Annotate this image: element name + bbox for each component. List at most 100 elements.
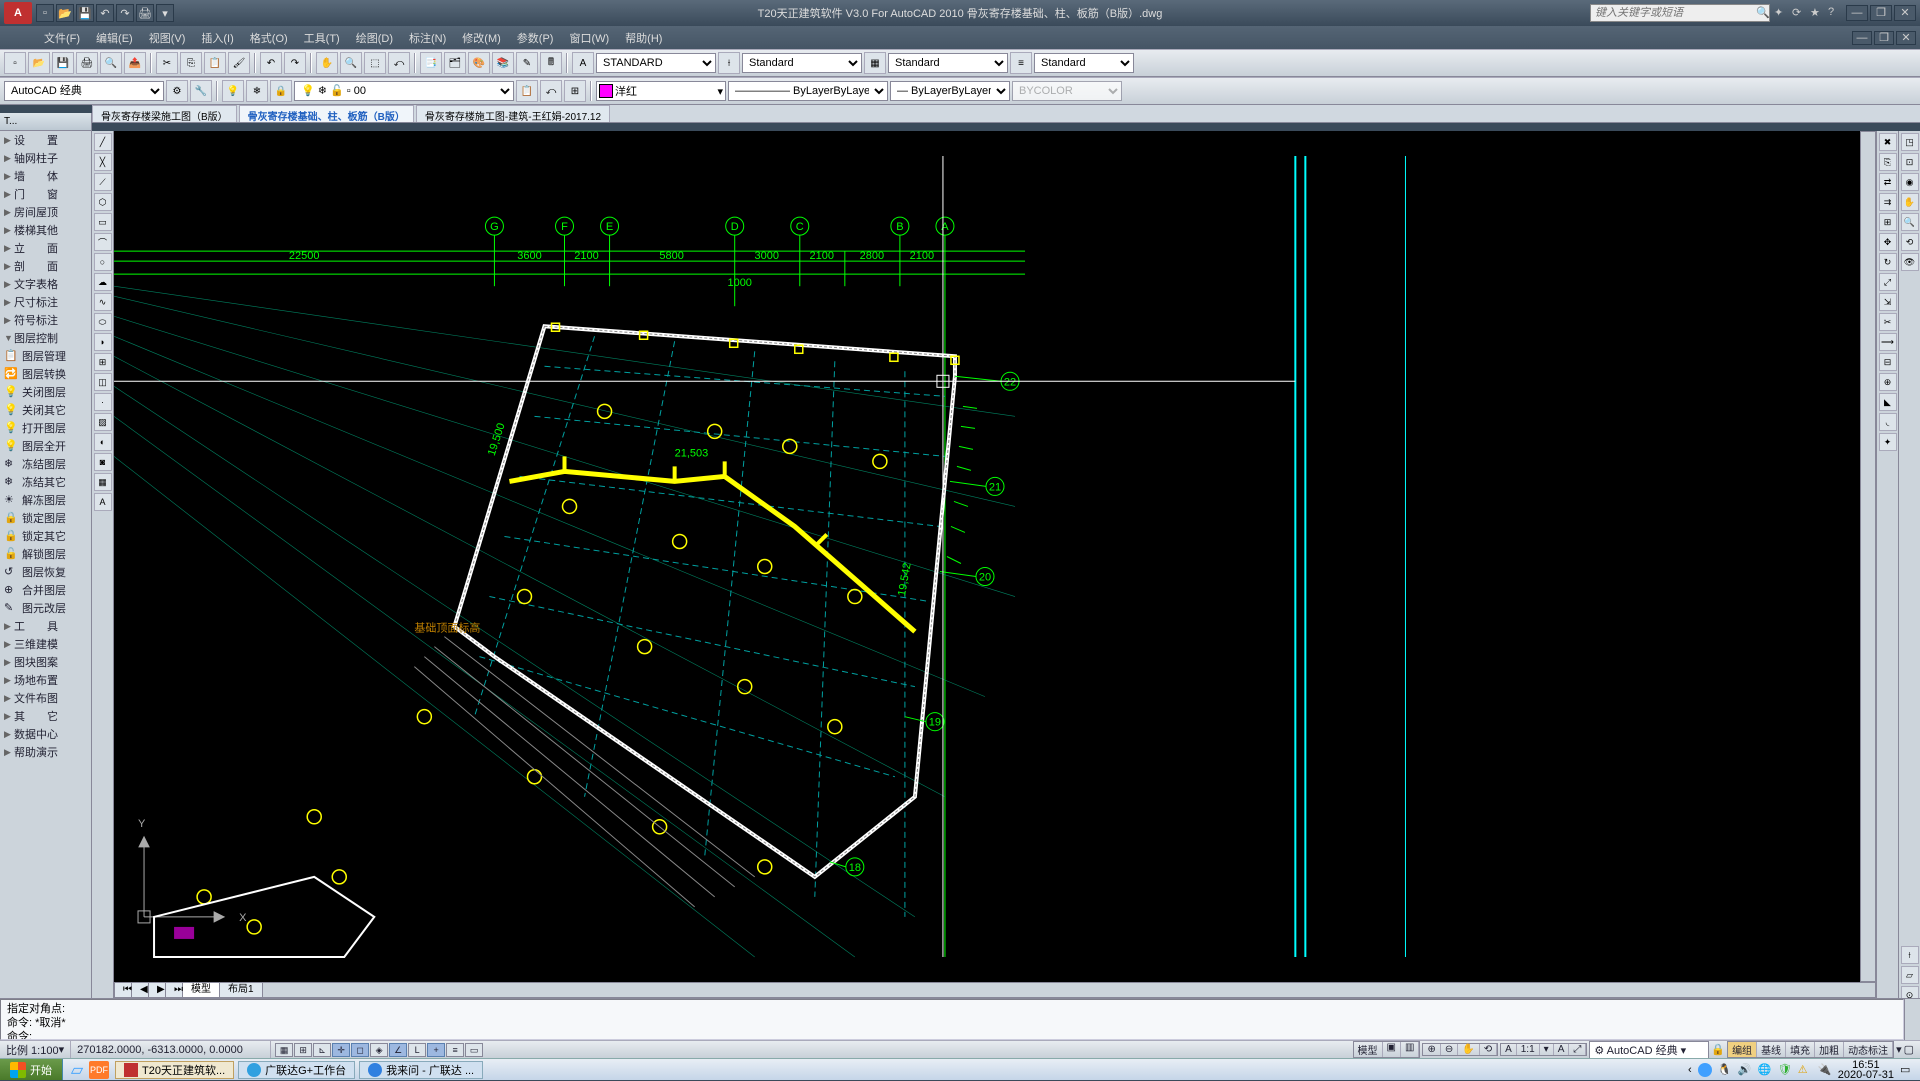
cmd-layerswitch[interactable]: 🔁图层转换 xyxy=(0,365,91,383)
cmd-unlock[interactable]: 🔓解锁图层 xyxy=(0,545,91,563)
area-icon[interactable]: ▱ xyxy=(1901,966,1919,984)
grp-block[interactable]: ▶图块图案 xyxy=(0,653,91,671)
ellipse-icon[interactable]: ⬭ xyxy=(94,313,112,331)
menu-insert[interactable]: 插入(I) xyxy=(193,26,241,49)
tab-last-icon[interactable]: ⏭ xyxy=(166,983,183,997)
ql-app2-icon[interactable]: PDF xyxy=(89,1061,109,1079)
dyn-toggle[interactable]: + xyxy=(427,1043,445,1057)
tray-clock[interactable]: 16:512020-07-31 xyxy=(1838,1060,1894,1080)
grp-settings[interactable]: ▶设 置 xyxy=(0,131,91,149)
panel-header[interactable]: T... xyxy=(0,113,91,131)
stretch-icon[interactable]: ⇲ xyxy=(1879,293,1897,311)
new-btn[interactable]: ▫ xyxy=(4,52,26,74)
restore-icon[interactable]: ❐ xyxy=(1870,5,1892,21)
fillet-icon[interactable]: ◟ xyxy=(1879,413,1897,431)
dimstyle-icon[interactable]: ⟊ xyxy=(718,52,740,74)
cmd-restore[interactable]: ↺图层恢复 xyxy=(0,563,91,581)
qp-toggle[interactable]: ▭ xyxy=(465,1043,483,1057)
dimstyle-combo[interactable]: Standard xyxy=(742,53,862,73)
spline-icon[interactable]: ∿ xyxy=(94,293,112,311)
tab-prev-icon[interactable]: ◀ xyxy=(132,983,149,997)
grp-file[interactable]: ▶文件布图 xyxy=(0,689,91,707)
cmd-layermgr[interactable]: 📋图层管理 xyxy=(0,347,91,365)
search-input[interactable] xyxy=(1590,4,1770,22)
mtext-icon[interactable]: A xyxy=(94,493,112,511)
tgl-group[interactable]: 编组 xyxy=(1728,1042,1757,1057)
menu-view[interactable]: 视图(V) xyxy=(141,26,194,49)
favorite-icon[interactable]: ★ xyxy=(1810,6,1824,20)
modelspace-toggle[interactable]: 模型▣▥ xyxy=(1353,1041,1421,1058)
point-icon[interactable]: · xyxy=(94,393,112,411)
menu-tools[interactable]: 工具(T) xyxy=(296,26,348,49)
tray-app1-icon[interactable] xyxy=(1698,1063,1712,1077)
3dosnap-toggle[interactable]: ◈ xyxy=(370,1043,388,1057)
grp-text[interactable]: ▶文字表格 xyxy=(0,275,91,293)
linetype-combo[interactable]: ————— ByLayerByLayer xyxy=(728,81,888,101)
color-combo[interactable]: 洋红▾ xyxy=(596,81,726,101)
grid-toggle[interactable]: ⊞ xyxy=(294,1043,312,1057)
model-tab[interactable]: 模型 xyxy=(183,983,220,997)
tray-expand-icon[interactable]: ‹ xyxy=(1688,1064,1692,1076)
start-button[interactable]: 开始 xyxy=(0,1059,63,1080)
lock-ui-icon[interactable]: 🔒 xyxy=(1711,1043,1725,1056)
status-tray-icon[interactable]: ▾ xyxy=(1896,1043,1902,1056)
ducs-toggle[interactable]: L xyxy=(408,1043,426,1057)
ellipsearc-icon[interactable]: ◗ xyxy=(94,333,112,351)
layer-on-icon[interactable]: 💡 xyxy=(222,80,244,102)
menu-draw[interactable]: 绘图(D) xyxy=(348,26,401,49)
layout1-tab[interactable]: 布局1 xyxy=(220,983,263,997)
zoomwin-btn[interactable]: ⬚ xyxy=(364,52,386,74)
explode-icon[interactable]: ✦ xyxy=(1879,433,1897,451)
scale-display[interactable]: 比例 1:100 ▾ xyxy=(0,1041,71,1058)
tgl-fill[interactable]: 填充 xyxy=(1786,1042,1815,1057)
menu-modify[interactable]: 修改(M) xyxy=(454,26,509,49)
textstyle-icon[interactable]: A xyxy=(572,52,594,74)
tray-desktop-icon[interactable]: ▭ xyxy=(1900,1063,1914,1077)
polygon-icon[interactable]: ⬡ xyxy=(94,193,112,211)
join-icon[interactable]: ⊕ xyxy=(1879,373,1897,391)
layer-mgr-icon[interactable]: 📋 xyxy=(516,80,538,102)
cmd-chlayer[interactable]: ✎图元改层 xyxy=(0,599,91,617)
calc-btn[interactable]: 🖩 xyxy=(540,52,562,74)
table-icon[interactable]: ▦ xyxy=(94,473,112,491)
plotstyle-combo[interactable]: BYCOLOR xyxy=(1012,81,1122,101)
grp-dim[interactable]: ▶尺寸标注 xyxy=(0,293,91,311)
cmd-freeze[interactable]: ❄冻结图层 xyxy=(0,455,91,473)
open-btn[interactable]: 📂 xyxy=(28,52,50,74)
doc-tab-2[interactable]: 骨灰寄存楼施工图-建筑-王红娟-2017.12 xyxy=(416,105,610,122)
line-icon[interactable]: ╱ xyxy=(94,133,112,151)
pan2-icon[interactable]: ✋ xyxy=(1901,193,1919,211)
pline-icon[interactable]: ⟋ xyxy=(94,173,112,191)
tab-next-icon[interactable]: ▶ xyxy=(149,983,166,997)
tray-safe-icon[interactable]: 🛡 xyxy=(1778,1063,1792,1077)
layer-lock-icon[interactable]: 🔒 xyxy=(270,80,292,102)
grp-symbol[interactable]: ▶符号标注 xyxy=(0,311,91,329)
grp-axis[interactable]: ▶轴网柱子 xyxy=(0,149,91,167)
coords-display[interactable]: 270182.0000, -6313.0000, 0.0000 xyxy=(71,1041,271,1058)
canvas-vscroll[interactable] xyxy=(1860,131,1876,982)
task-glodon[interactable]: 广联达G+工作台 xyxy=(238,1061,355,1079)
cmd-openall[interactable]: 💡图层全开 xyxy=(0,437,91,455)
gradient-icon[interactable]: ◐ xyxy=(94,433,112,451)
grp-help[interactable]: ▶帮助演示 xyxy=(0,743,91,761)
navbar-icon[interactable]: ⊡ xyxy=(1901,153,1919,171)
osnap-toggle[interactable]: ◻ xyxy=(351,1043,369,1057)
copy-btn[interactable]: ⎘ xyxy=(180,52,202,74)
save-btn[interactable]: 💾 xyxy=(52,52,74,74)
layer-freeze-icon[interactable]: ❄ xyxy=(246,80,268,102)
tray-shield-icon[interactable]: ⚠ xyxy=(1798,1063,1812,1077)
steering-icon[interactable]: ◉ xyxy=(1901,173,1919,191)
tp-btn[interactable]: 🎨 xyxy=(468,52,490,74)
cmd-closelayer[interactable]: 💡关闭图层 xyxy=(0,383,91,401)
close-icon[interactable]: ✕ xyxy=(1894,5,1916,21)
workspace-combo[interactable]: AutoCAD 经典 xyxy=(4,81,164,101)
extend-icon[interactable]: ⟶ xyxy=(1879,333,1897,351)
redo-icon[interactable]: ↷ xyxy=(116,4,134,22)
status-workspace[interactable]: ⚙ AutoCAD 经典 ▾ xyxy=(1589,1041,1709,1059)
viewcube-icon[interactable]: ◳ xyxy=(1901,133,1919,151)
menu-help[interactable]: 帮助(H) xyxy=(617,26,670,49)
tgl-bold[interactable]: 加粗 xyxy=(1815,1042,1844,1057)
comm-icon[interactable]: ✦ xyxy=(1774,6,1788,20)
grp-data[interactable]: ▶数据中心 xyxy=(0,725,91,743)
grp-layer[interactable]: ▼图层控制 xyxy=(0,329,91,347)
